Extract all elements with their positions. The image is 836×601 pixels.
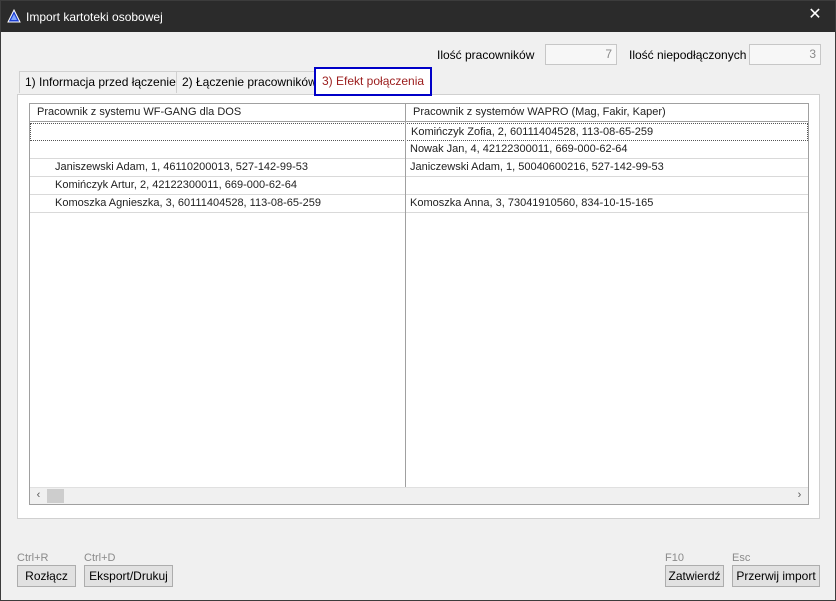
tab-merge-result[interactable]: 3) Efekt połączenia	[314, 67, 433, 96]
table-row[interactable]: Nowak Jan, 4, 42122300011, 669-000-62-64	[30, 141, 808, 159]
close-icon[interactable]: ✕	[795, 1, 835, 31]
employees-count-label: Ilość pracowników	[437, 48, 535, 62]
scroll-right-icon[interactable]: ›	[791, 488, 808, 504]
table-row[interactable]: Komińczyk Artur, 2, 42122300011, 669-000…	[30, 177, 808, 195]
disconnect-shortcut: Ctrl+R	[17, 552, 49, 564]
disconnect-button[interactable]: Rozłącz	[17, 565, 76, 587]
horizontal-scrollbar[interactable]: ‹ ›	[30, 487, 808, 504]
table-row[interactable]: Janiszewski Adam, 1, 46110200013, 527-14…	[30, 159, 808, 177]
import-dialog: Import kartoteki osobowej ✕ Ilość pracow…	[0, 0, 836, 601]
employees-count-field: 7	[545, 44, 617, 65]
cell-wapro: Nowak Jan, 4, 42122300011, 669-000-62-64	[410, 143, 628, 155]
column-header-wapro[interactable]: Pracownik z systemów WAPRO (Mag, Fakir, …	[413, 106, 666, 118]
result-grid[interactable]: Pracownik z systemu WF-GANG dla DOS Prac…	[29, 103, 809, 505]
cell-wfgang: Komoszka Agnieszka, 3, 60111404528, 113-…	[55, 197, 322, 209]
scroll-thumb[interactable]	[47, 489, 64, 503]
unmatched-count-label: Ilość niepodłączonych	[629, 48, 747, 62]
tab-info-before-merge[interactable]: 1) Informacja przed łączeniem	[19, 71, 192, 93]
unmatched-count-field: 3	[749, 44, 821, 65]
app-triangle-icon	[7, 9, 21, 23]
title-bar[interactable]: Import kartoteki osobowej ✕	[1, 1, 835, 32]
export-shortcut: Ctrl+D	[84, 552, 116, 564]
column-divider	[405, 104, 406, 489]
cell-wapro: Komoszka Anna, 3, 73041910560, 834-10-15…	[410, 197, 654, 209]
export-print-button[interactable]: Eksport/Drukuj	[84, 565, 173, 587]
abort-import-button[interactable]: Przerwij import	[732, 565, 820, 587]
tab-merge-employees[interactable]: 2) Łączenie pracowników	[176, 71, 323, 93]
confirm-shortcut: F10	[665, 552, 684, 564]
abort-shortcut: Esc	[732, 552, 751, 564]
scroll-left-icon[interactable]: ‹	[30, 488, 47, 504]
cell-wfgang: Komińczyk Artur, 2, 42122300011, 669-000…	[55, 179, 297, 191]
table-row[interactable]: Komoszka Agnieszka, 3, 60111404528, 113-…	[30, 195, 808, 213]
cell-wapro: Komińczyk Zofia, 2, 60111404528, 113-08-…	[411, 126, 654, 138]
cell-wfgang: Janiszewski Adam, 1, 46110200013, 527-14…	[55, 161, 308, 173]
cell-wapro: Janiczewski Adam, 1, 50040600216, 527-14…	[410, 161, 664, 173]
grid-header: Pracownik z systemu WF-GANG dla DOS Prac…	[30, 104, 808, 122]
table-row[interactable]: Komińczyk Zofia, 2, 60111404528, 113-08-…	[30, 123, 808, 141]
confirm-button[interactable]: Zatwierdź	[665, 565, 724, 587]
window-title: Import kartoteki osobowej	[26, 10, 163, 24]
column-header-wfgang[interactable]: Pracownik z systemu WF-GANG dla DOS	[37, 106, 241, 118]
